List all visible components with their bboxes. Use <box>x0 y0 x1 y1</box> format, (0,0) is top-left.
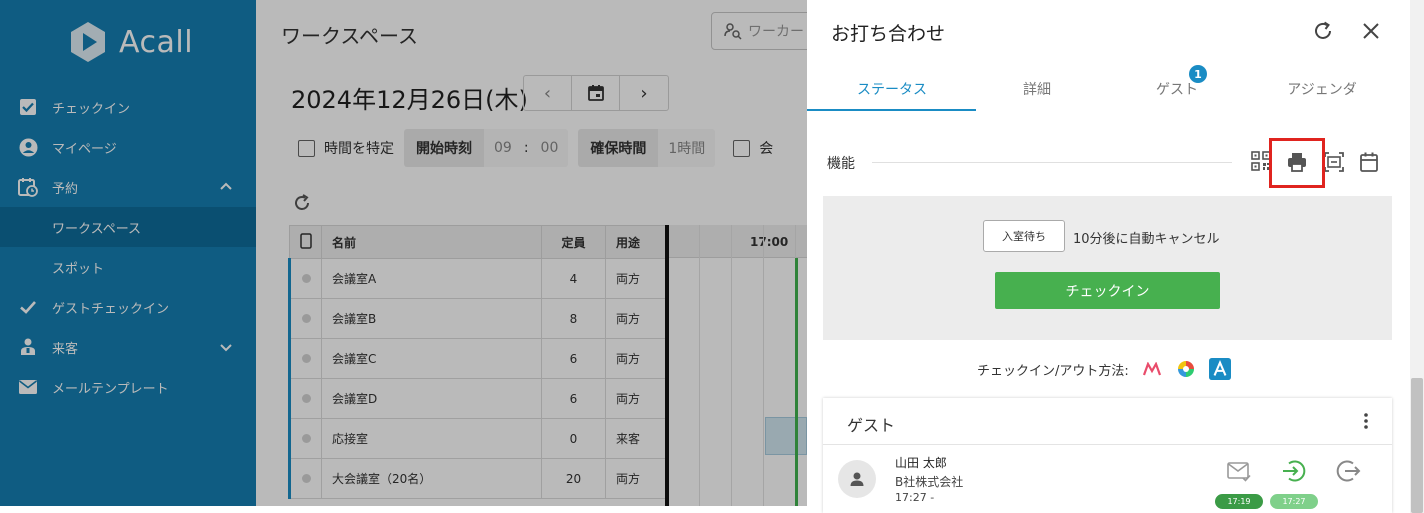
modal-backdrop[interactable] <box>0 0 807 506</box>
mail-time-tag: 17:19 <box>1215 494 1263 509</box>
tab-agenda[interactable]: アジェンダ <box>1237 66 1407 112</box>
acall-app-icon <box>1208 358 1231 380</box>
guest-divider <box>823 444 1392 445</box>
guest-count-badge: 1 <box>1189 65 1207 83</box>
more-vertical-icon[interactable] <box>1357 411 1375 431</box>
scrollbar-thumb[interactable] <box>1411 378 1423 513</box>
panel-title: お打ち合わせ <box>831 23 946 45</box>
close-icon[interactable] <box>1360 20 1382 42</box>
guest-time: 17:27 - <box>895 491 935 504</box>
checkin-time-tag: 17:27 <box>1270 494 1318 509</box>
bottom-strip <box>0 506 807 513</box>
avatar <box>838 460 876 498</box>
panel-tabs: ステータス 詳細 ゲスト アジェンダ <box>807 66 1410 112</box>
qr-code-icon[interactable] <box>1251 151 1271 171</box>
person-icon <box>850 472 864 486</box>
active-tab-indicator <box>807 109 976 111</box>
highlight-box <box>1269 138 1325 188</box>
waiting-status-badge: 入室待ち <box>983 220 1065 252</box>
checkin-button[interactable]: チェックイン <box>995 272 1220 309</box>
guest-section-title: ゲスト <box>847 416 896 435</box>
checkout-icon[interactable] <box>1335 458 1361 484</box>
checkin-icon[interactable] <box>1281 458 1307 484</box>
scan-icon[interactable] <box>1323 151 1345 173</box>
color-wheel-icon <box>1175 358 1197 380</box>
mail-sent-icon[interactable] <box>1226 458 1252 484</box>
refresh-icon[interactable] <box>1312 20 1334 42</box>
guest-company: B社株式会社 <box>895 475 964 489</box>
checkin-method-label: チェックイン/アウト方法: <box>977 363 1129 379</box>
function-divider <box>872 162 1232 163</box>
m-logo-icon <box>1141 358 1163 380</box>
checkin-status-box: 入室待ち 10分後に自動キャンセル チェックイン <box>823 196 1392 340</box>
calendar-icon[interactable] <box>1358 151 1380 173</box>
guest-name: 山田 太郎 <box>895 456 947 470</box>
checkin-method-row: チェックイン/アウト方法: <box>977 358 1231 380</box>
guest-card: ゲスト 山田 太郎 B社株式会社 17:27 - 17:19 17:27 <box>823 398 1392 513</box>
auto-cancel-text: 10分後に自動キャンセル <box>1073 232 1220 247</box>
function-label: 機能 <box>827 156 855 172</box>
meeting-detail-panel: お打ち合わせ ステータス 詳細 ゲスト アジェンダ 1 機能 入室待ち 10分後… <box>807 0 1410 513</box>
